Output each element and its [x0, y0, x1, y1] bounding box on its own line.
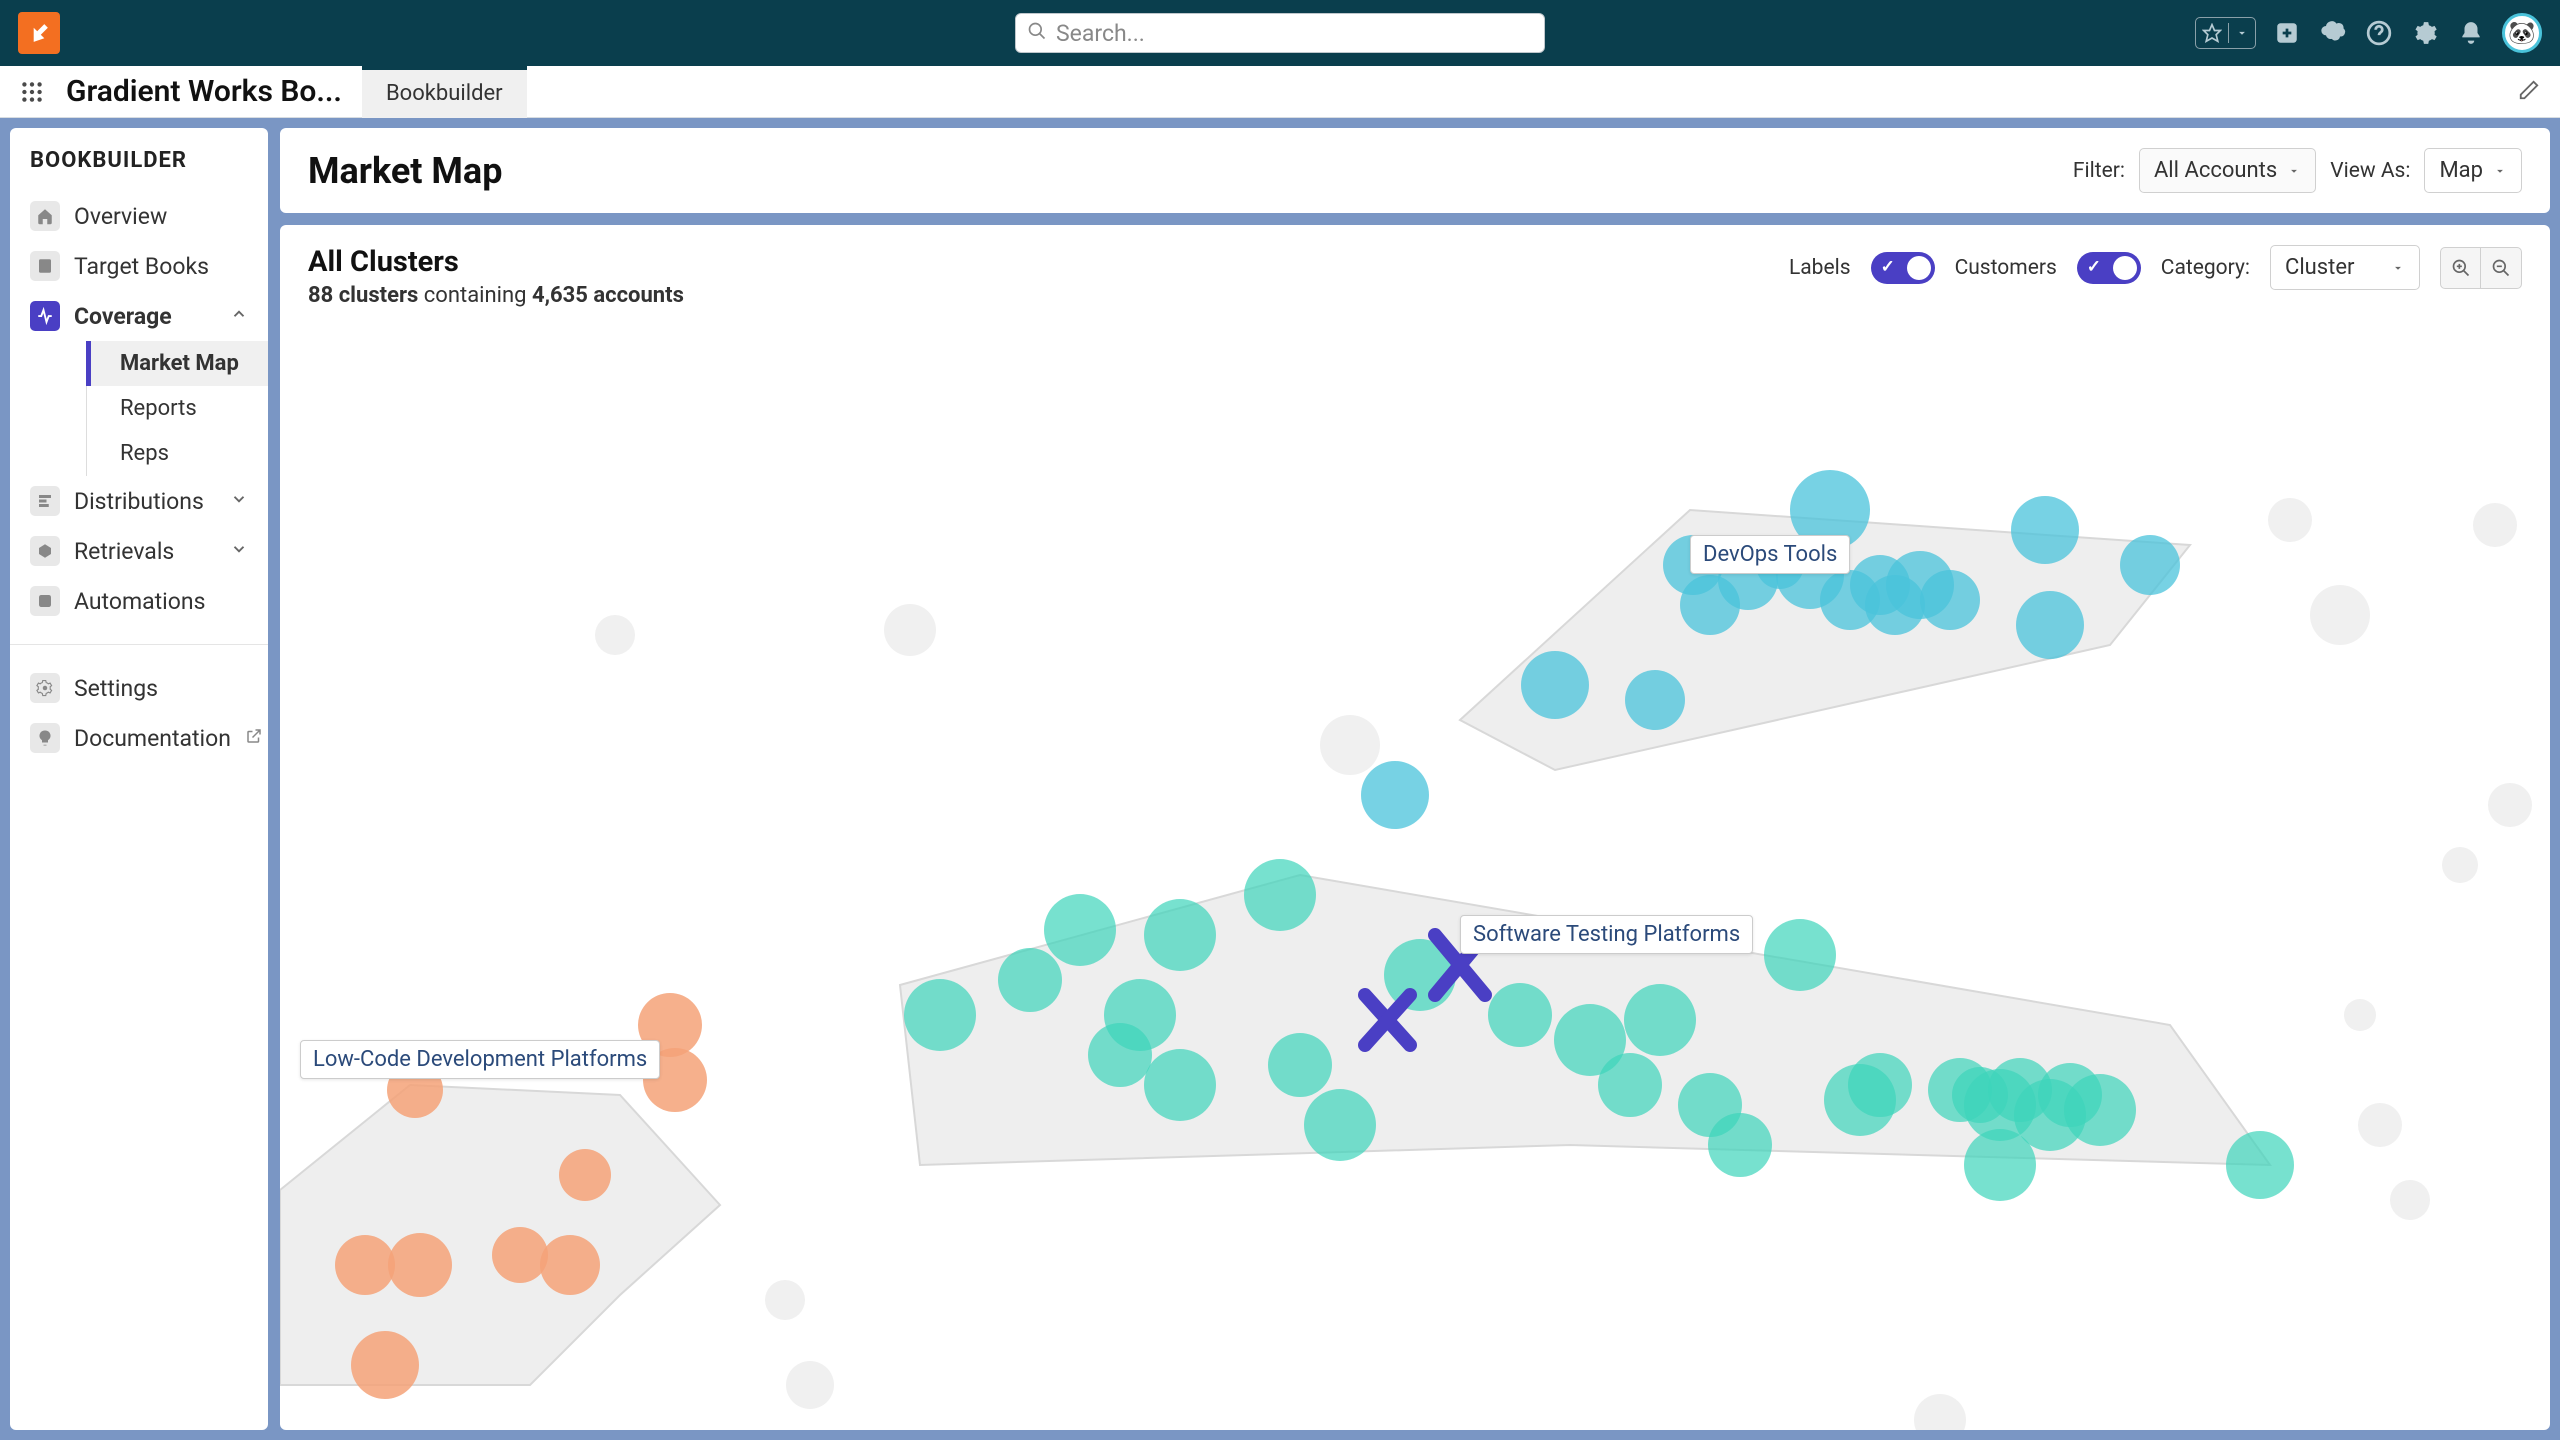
sidebar-item-coverage[interactable]: Coverage [10, 291, 268, 341]
cluster-label-testing[interactable]: Software Testing Platforms [1460, 915, 1753, 954]
header-actions: 🐼 [2195, 13, 2542, 53]
chevron-up-icon [230, 305, 248, 327]
map-header: All Clusters 88 clusters containing 4,63… [280, 225, 2550, 318]
app-logo[interactable] [18, 12, 60, 54]
page-controls: Filter: All Accounts View As: Map [2073, 148, 2522, 193]
distributions-icon [30, 486, 60, 516]
gear-icon[interactable] [2410, 18, 2440, 48]
sidebar-item-documentation[interactable]: Documentation [10, 713, 268, 763]
page-header: Market Map Filter: All Accounts View As:… [280, 128, 2550, 213]
search-input[interactable] [1015, 13, 1545, 53]
zoom-in-button[interactable] [2441, 248, 2481, 288]
sidebar-item-label: Retrievals [74, 538, 216, 565]
sidebar-item-label: Distributions [74, 488, 216, 515]
sidebar-subitem-reports[interactable]: Reports [86, 386, 268, 431]
global-header: 🐼 [0, 0, 2560, 66]
sidebar-item-label: Coverage [74, 303, 216, 330]
pulse-icon [30, 301, 60, 331]
external-link-icon [245, 727, 263, 749]
favorites-button[interactable] [2195, 17, 2256, 49]
sidebar-item-automations[interactable]: Automations [10, 576, 268, 626]
app-launcher-icon[interactable] [14, 74, 50, 110]
sidebar-item-overview[interactable]: Overview [10, 191, 268, 241]
salesforce-icon[interactable] [2318, 18, 2348, 48]
clusters-subtitle: 88 clusters containing 4,635 accounts [308, 283, 684, 308]
zoom-out-button[interactable] [2481, 248, 2521, 288]
search-icon [1027, 21, 1047, 45]
sidebar-item-label: Settings [74, 675, 248, 702]
main-area: BOOKBUILDER Overview Target Books Covera… [0, 118, 2560, 1440]
scatter-map[interactable] [280, 315, 2540, 1430]
home-icon [30, 201, 60, 231]
map-panel: All Clusters 88 clusters containing 4,63… [280, 225, 2550, 1430]
gear-icon [30, 673, 60, 703]
lightbulb-icon [30, 723, 60, 753]
filter-dropdown[interactable]: All Accounts [2139, 148, 2316, 193]
help-icon[interactable] [2364, 18, 2394, 48]
chevron-down-icon [230, 540, 248, 562]
sidebar-item-label: Overview [74, 203, 248, 230]
bell-icon[interactable] [2456, 18, 2486, 48]
sidebar-item-settings[interactable]: Settings [10, 663, 268, 713]
category-dropdown[interactable]: Cluster [2270, 245, 2420, 290]
labels-toggle[interactable] [1871, 252, 1935, 284]
view-as-label: View As: [2330, 159, 2410, 183]
automations-icon [30, 586, 60, 616]
sidebar-title: BOOKBUILDER [10, 148, 268, 191]
filter-label: Filter: [2073, 159, 2125, 183]
labels-label: Labels [1789, 256, 1851, 280]
content: Market Map Filter: All Accounts View As:… [280, 128, 2550, 1430]
sidebar-subitem-market-map[interactable]: Market Map [86, 341, 268, 386]
chevron-down-icon [230, 490, 248, 512]
app-nav-bar: Gradient Works Bo... Bookbuilder [0, 66, 2560, 118]
retrievals-icon [30, 536, 60, 566]
app-name: Gradient Works Bo... [66, 74, 342, 109]
category-label: Category: [2161, 256, 2250, 280]
book-icon [30, 251, 60, 281]
cluster-label-devops[interactable]: DevOps Tools [1690, 535, 1850, 574]
chevron-down-icon [2493, 164, 2507, 178]
page-title: Market Map [308, 150, 502, 192]
sidebar: BOOKBUILDER Overview Target Books Covera… [10, 128, 268, 1430]
chevron-down-icon [2287, 164, 2301, 178]
sidebar-item-label: Target Books [74, 253, 248, 280]
customers-toggle[interactable] [2077, 252, 2141, 284]
clusters-title: All Clusters [308, 245, 684, 279]
zoom-controls [2440, 247, 2522, 289]
avatar[interactable]: 🐼 [2502, 13, 2542, 53]
sidebar-item-target-books[interactable]: Target Books [10, 241, 268, 291]
sidebar-item-label: Automations [74, 588, 248, 615]
sidebar-item-distributions[interactable]: Distributions [10, 476, 268, 526]
map-summary: All Clusters 88 clusters containing 4,63… [308, 245, 684, 308]
tab-bookbuilder[interactable]: Bookbuilder [362, 66, 527, 118]
cluster-label-lowcode[interactable]: Low-Code Development Platforms [300, 1040, 660, 1079]
view-as-dropdown[interactable]: Map [2424, 148, 2522, 193]
chevron-down-icon [2391, 261, 2405, 275]
customers-label: Customers [1955, 256, 2057, 280]
global-search [1015, 13, 1545, 53]
edit-pencil-icon[interactable] [2512, 73, 2546, 111]
sidebar-item-retrievals[interactable]: Retrievals [10, 526, 268, 576]
cluster-hull [280, 1085, 720, 1385]
sidebar-divider [10, 644, 268, 645]
sidebar-subitem-reps[interactable]: Reps [86, 431, 268, 476]
map-controls: Labels Customers Category: Cluster [1789, 245, 2522, 290]
add-icon[interactable] [2272, 18, 2302, 48]
sidebar-item-label: Documentation [74, 725, 231, 752]
